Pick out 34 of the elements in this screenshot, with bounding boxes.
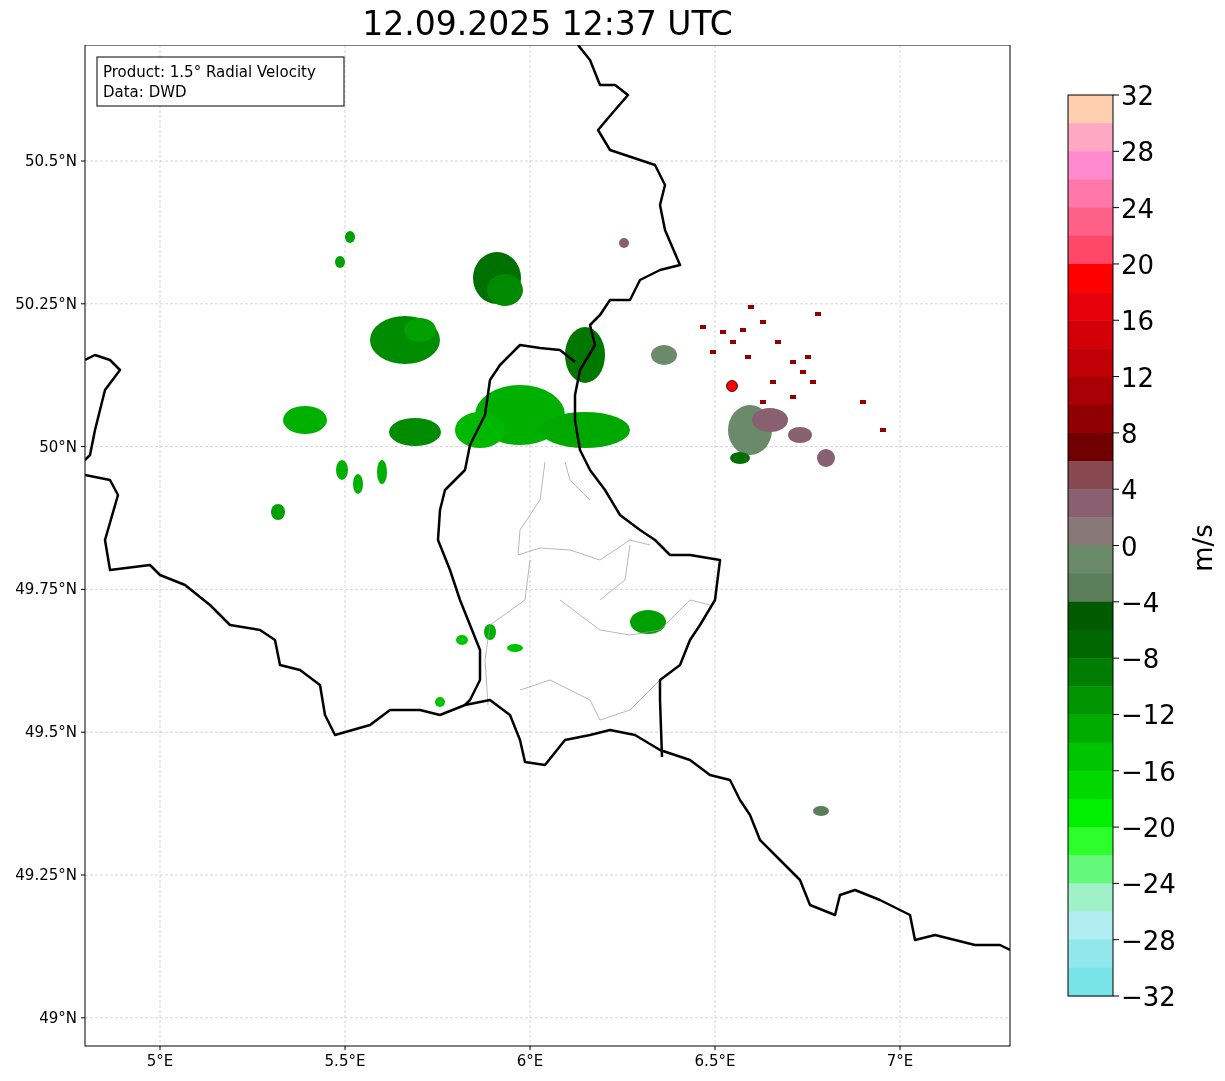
colorbar-tick-label: −8 [1121, 644, 1160, 675]
latitude-label: 49°N [39, 1008, 77, 1027]
chart-title: 12.09.2025 12:37 UTC [362, 3, 733, 45]
latitude-label: 49.25°N [15, 866, 77, 884]
colorbar-tick-label: 28 [1121, 137, 1155, 168]
colorbar-tick-label: 0 [1121, 531, 1138, 562]
colorbar-tick-label: −24 [1121, 869, 1176, 900]
colorbar-tick-label: −4 [1121, 587, 1160, 618]
colorbar-tick-label: −32 [1121, 982, 1176, 1012]
longitude-label: 6.5°E [694, 1052, 736, 1070]
colorbar-label: m/s [1188, 524, 1218, 572]
colorbar-tick-label: −12 [1121, 700, 1176, 731]
radar-site-marker [726, 380, 738, 392]
longitude-label: 5.5°E [324, 1052, 366, 1070]
colorbar-tick-label: 12 [1121, 362, 1155, 393]
longitude-label: 5°E [146, 1052, 174, 1070]
colorbar-tick-label: −20 [1121, 813, 1176, 844]
latitude-label: 50.5°N [24, 152, 77, 170]
colorbar-tick-label: 20 [1121, 249, 1155, 280]
colorbar-tick-label: 32 [1121, 81, 1155, 111]
info-text: Product: 1.5° Radial Velocity [103, 63, 316, 81]
longitude-label: 6°E [516, 1052, 544, 1070]
colorbar-tick-label: −16 [1121, 756, 1176, 787]
latitude-label: 50°N [39, 437, 77, 456]
latitude-label: 50.25°N [15, 294, 77, 313]
colorbar-tick-label: 24 [1121, 193, 1155, 224]
latitude-label: 49.75°N [15, 580, 77, 599]
colorbar-tick-label: 8 [1121, 418, 1138, 449]
colorbar-tick-label: 4 [1121, 475, 1138, 506]
longitude-label: 7°E [886, 1052, 914, 1070]
colorbar-tick-label: 16 [1121, 306, 1155, 337]
colorbar-tick-label: −28 [1121, 925, 1176, 956]
info-text: Data: DWD [103, 83, 187, 101]
latitude-label: 49.5°N [24, 723, 77, 742]
